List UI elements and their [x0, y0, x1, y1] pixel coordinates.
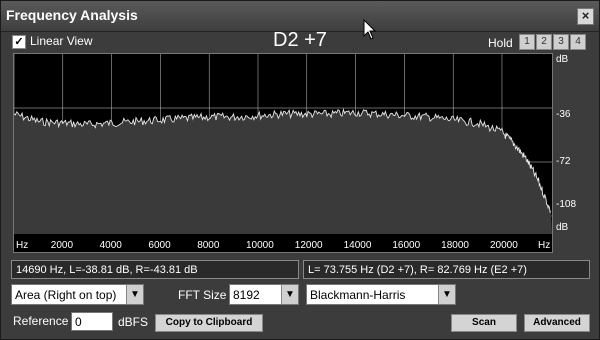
peak-readout: L= 73.755 Hz (D2 +7), R= 82.769 Hz (E2 +… [303, 260, 590, 279]
display-mode-value: Area (Right on top) [15, 288, 117, 302]
reference-label: Reference [13, 314, 69, 328]
hold-button-3[interactable]: 3 [553, 34, 569, 50]
reference-input[interactable]: 0 [71, 312, 113, 331]
title-bar[interactable]: Frequency Analysis × [1, 1, 599, 32]
frequency-analysis-window: Frequency Analysis × ✓ Linear View D2 +7… [0, 0, 600, 340]
x-axis-tick-label: 4000 [100, 240, 123, 251]
y-axis-label-108: -108 [556, 199, 577, 210]
chevron-down-icon: ▼ [126, 285, 143, 304]
close-button[interactable]: × [577, 8, 594, 25]
fft-size-label: FFT Size [178, 288, 227, 302]
linear-view-label: Linear View [30, 34, 93, 48]
linear-view-checkbox[interactable]: ✓ [12, 35, 26, 49]
x-axis-tick-label: 10000 [246, 240, 274, 251]
x-axis-tick-label: 16000 [392, 240, 420, 251]
hold-button-4[interactable]: 4 [570, 34, 586, 50]
y-axis-label-top: dB [556, 54, 569, 65]
chevron-down-icon: ▼ [438, 285, 455, 304]
spectrum-area [14, 109, 552, 234]
x-axis-tick-label: 18000 [441, 240, 469, 251]
chevron-down-icon: ▼ [281, 285, 298, 304]
fft-size-select[interactable]: 8192 ▼ [229, 284, 299, 305]
hold-button-1[interactable]: 1 [519, 34, 535, 50]
note-label: D2 +7 [273, 29, 327, 51]
spectrum-plot[interactable]: Hz 2000 4000 6000 8000 10000 12000 14000 16000 18… [13, 53, 553, 253]
advanced-button[interactable]: Advanced [524, 314, 590, 332]
x-axis-tick-label: 8000 [197, 240, 220, 251]
mouse-cursor-icon [363, 19, 377, 40]
scan-button[interactable]: Scan [451, 314, 517, 332]
x-axis-tick-label: Hz [538, 240, 550, 251]
hold-label: Hold [488, 36, 513, 50]
x-axis-tick-label: 14000 [344, 240, 372, 251]
x-axis-tick-label: 20000 [490, 240, 518, 251]
y-axis-label-72: -72 [556, 156, 571, 167]
hold-button-2[interactable]: 2 [536, 34, 552, 50]
fft-size-value: 8192 [233, 288, 260, 302]
window-function-select[interactable]: Blackmann-Harris ▼ [306, 284, 456, 305]
reference-unit-label: dBFS [118, 315, 149, 329]
y-axis-label-bottom: dB [556, 222, 569, 233]
y-axis-label-36: -36 [556, 109, 571, 120]
x-axis-tick-label: Hz [16, 240, 28, 251]
x-axis-tick-label: 6000 [148, 240, 171, 251]
window-title: Frequency Analysis [6, 7, 138, 23]
window-function-value: Blackmann-Harris [310, 288, 406, 302]
cursor-readout: 14690 Hz, L=-38.81 dB, R=-43.81 dB [11, 260, 299, 279]
x-axis-tick-label: 2000 [51, 240, 74, 251]
display-mode-select[interactable]: Area (Right on top) ▼ [11, 284, 144, 305]
x-axis-tick-label: 12000 [295, 240, 323, 251]
copy-to-clipboard-button[interactable]: Copy to Clipboard [155, 314, 263, 332]
spectrum-chart: Hz 2000 4000 6000 8000 10000 12000 14000 16000 18… [13, 54, 552, 251]
